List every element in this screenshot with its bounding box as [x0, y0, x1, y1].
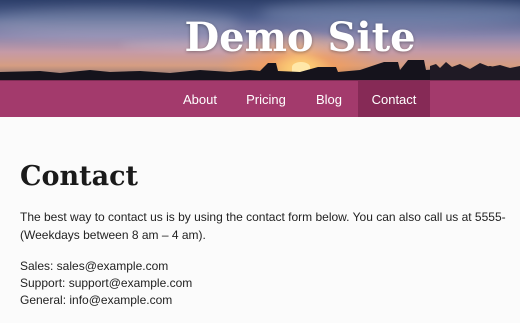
nav-item-pricing[interactable]: Pricing — [232, 81, 300, 117]
nav-item-about[interactable]: About — [168, 81, 232, 117]
contact-list: Sales: sales@example.com Support: suppor… — [20, 258, 520, 309]
main-content: Contact The best way to contact us is by… — [0, 117, 520, 309]
contact-support: Support: support@example.com — [20, 276, 193, 290]
intro-line: (Weekdays between 8 am – 4 am). — [20, 228, 206, 242]
nav-item-contact[interactable]: Contact — [358, 81, 430, 117]
city-skyline — [0, 60, 520, 80]
header-banner: Demo Site — [0, 0, 520, 80]
intro-text: The best way to contact us is by using t… — [20, 208, 520, 244]
nav-item-blog[interactable]: Blog — [300, 81, 358, 117]
site-title[interactable]: Demo Site — [0, 14, 520, 61]
main-nav: About Pricing Blog Contact — [0, 80, 520, 117]
intro-line: The best way to contact us is by using t… — [20, 210, 506, 224]
contact-general: General: info@example.com — [20, 293, 173, 307]
contact-sales: Sales: sales@example.com — [20, 259, 169, 273]
page-title: Contact — [20, 161, 139, 192]
